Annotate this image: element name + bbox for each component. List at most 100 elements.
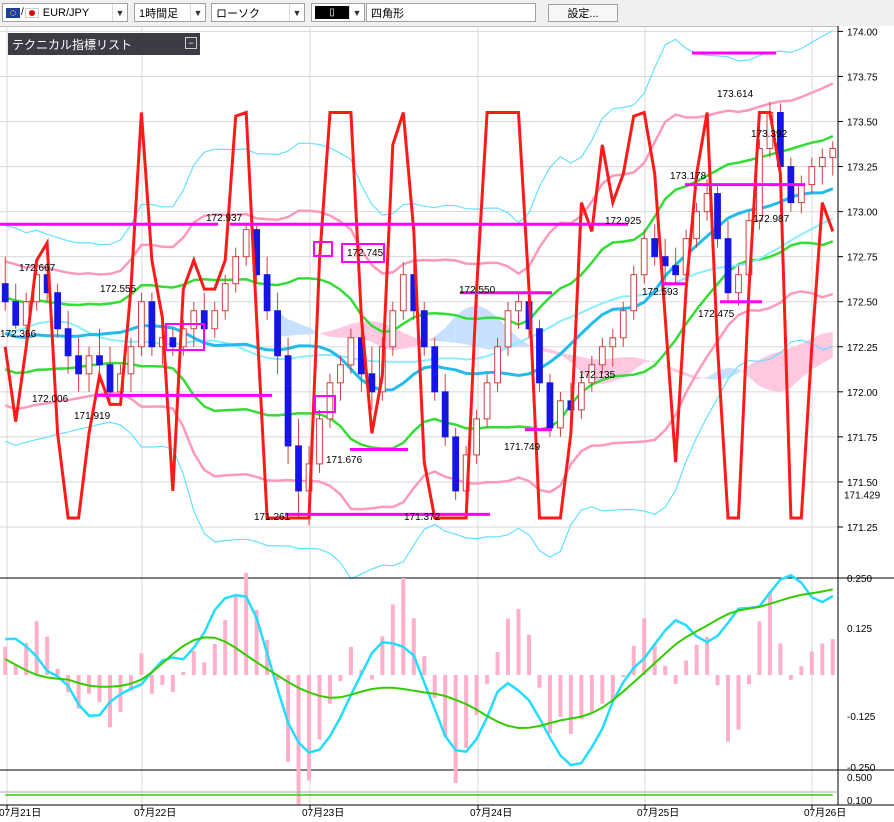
price-annotation-label: 171.919 bbox=[74, 411, 111, 422]
candle-body bbox=[473, 418, 480, 456]
candle-body bbox=[211, 310, 219, 330]
price-annotation-label: 172.475 bbox=[698, 309, 735, 320]
macd-histogram-bar bbox=[788, 675, 793, 680]
chart-toolbar: / EUR/JPY ▼ 1時間足 ▼ ローソク ▼ ▯ ▼ 四角形 設定... bbox=[0, 0, 894, 27]
macd-histogram-bar bbox=[464, 675, 469, 748]
macd-histogram-bar bbox=[443, 675, 448, 737]
candle-body bbox=[190, 310, 198, 330]
price-annotation-label: 172.937 bbox=[206, 213, 243, 224]
draw-tool-select[interactable]: ▯ ▼ bbox=[311, 3, 365, 22]
macd-histogram-bar bbox=[327, 675, 332, 704]
sub-axis-label: 0.500 bbox=[847, 773, 872, 784]
candle-body bbox=[504, 310, 512, 348]
drawn-rectangle bbox=[313, 241, 333, 257]
timeframe-select[interactable]: 1時間足 ▼ bbox=[134, 3, 206, 22]
macd-histogram-bar bbox=[663, 665, 668, 675]
candle-body bbox=[347, 337, 355, 366]
macd-histogram-bar bbox=[191, 650, 196, 675]
candle-body bbox=[724, 238, 732, 294]
macd-histogram-bar bbox=[778, 643, 783, 675]
candle-body bbox=[368, 373, 376, 393]
timeframe-label: 1時間足 bbox=[139, 7, 179, 20]
candle-body bbox=[598, 346, 606, 366]
candle-body bbox=[640, 238, 648, 276]
macd-histogram-bar bbox=[317, 675, 322, 740]
price-annotation-label: 171.261 bbox=[254, 512, 291, 523]
candle-body bbox=[452, 436, 460, 492]
chevron-down-icon: ▼ bbox=[349, 4, 364, 21]
candle-body bbox=[1, 283, 9, 303]
symbol-label: EUR/JPY bbox=[42, 6, 90, 19]
candle-body bbox=[536, 328, 543, 384]
macd-axis-label: 0.250 bbox=[847, 574, 872, 585]
candle-body bbox=[808, 166, 816, 186]
candle-body bbox=[64, 328, 72, 357]
macd-histogram-bar bbox=[526, 634, 531, 675]
macd-histogram-bar bbox=[684, 660, 689, 675]
jp-flag-icon bbox=[24, 7, 39, 18]
macd-histogram-bar bbox=[485, 675, 490, 685]
candle-body bbox=[714, 193, 721, 240]
indicator-list-panel[interactable]: テクニカル指標リスト − bbox=[8, 33, 200, 55]
macd-histogram-bar bbox=[516, 609, 521, 675]
macd-histogram-bar bbox=[820, 643, 825, 675]
price-annotation-label: 172.550 bbox=[459, 285, 496, 296]
price-annotation-label: 172.135 bbox=[579, 370, 616, 381]
cloud-segment bbox=[487, 309, 498, 350]
cloud-segment bbox=[696, 376, 708, 380]
x-axis-label: 07月22日 bbox=[134, 807, 176, 819]
candle-body bbox=[169, 337, 177, 348]
collapse-icon[interactable]: − bbox=[185, 37, 197, 49]
macd-histogram-bar bbox=[809, 651, 814, 675]
candle-body bbox=[75, 355, 82, 375]
price-annotation-label: 172.667 bbox=[19, 263, 56, 274]
symbol-select[interactable]: / EUR/JPY ▼ bbox=[2, 3, 128, 22]
macd-histogram-bar bbox=[149, 675, 154, 694]
macd-histogram-bar bbox=[537, 675, 542, 688]
chart-style-select[interactable]: ローソク ▼ bbox=[211, 3, 305, 22]
candle-icon: ▯ bbox=[315, 6, 349, 19]
cloud-segment bbox=[748, 359, 760, 387]
candle-body bbox=[12, 301, 20, 326]
x-axis-label: 07月26日 bbox=[804, 807, 846, 819]
macd-histogram-bar bbox=[181, 671, 186, 675]
macd-histogram-bar bbox=[390, 604, 395, 675]
y-axis-background bbox=[838, 26, 894, 822]
macd-histogram-bar bbox=[139, 653, 144, 675]
settings-button[interactable]: 設定... bbox=[548, 4, 618, 22]
macd-histogram-bar bbox=[495, 652, 500, 675]
macd-histogram-bar bbox=[55, 668, 60, 675]
candle-body bbox=[515, 301, 522, 312]
x-axis-label: 07月23日 bbox=[302, 807, 344, 819]
y-tick-label: 173.75 bbox=[847, 72, 878, 83]
cloud-segment bbox=[434, 328, 446, 342]
candle-body bbox=[221, 283, 229, 312]
draw-tool-input[interactable]: 四角形 bbox=[366, 3, 536, 22]
y-tick-label: 171.50 bbox=[847, 478, 878, 489]
chart-area[interactable]: 172.667 172.555 172.366 172.006 171.919 172.9… bbox=[0, 26, 894, 822]
macd-histogram-bar bbox=[568, 675, 573, 735]
price-annotation-label: 171.676 bbox=[326, 455, 363, 466]
candle-body bbox=[829, 148, 837, 159]
price-annotation-label: 172.925 bbox=[605, 216, 642, 227]
x-axis-label: 07月21日 bbox=[0, 807, 41, 819]
y-tick-label: 174.00 bbox=[847, 27, 878, 38]
macd-histogram-bar bbox=[547, 675, 552, 734]
price-annotation-label: 173.614 bbox=[717, 89, 754, 100]
candle-body bbox=[693, 211, 700, 240]
candle-body bbox=[494, 346, 501, 384]
macd-histogram-bar bbox=[600, 675, 605, 704]
candle-body bbox=[274, 310, 281, 357]
macd-histogram-bar bbox=[212, 643, 217, 675]
x-axis-label: 07月24日 bbox=[470, 807, 512, 819]
candle-body bbox=[619, 310, 627, 339]
y-tick-label: 171.75 bbox=[847, 433, 878, 444]
macd-axis-label: 0.125 bbox=[847, 624, 872, 635]
candle-body bbox=[557, 400, 564, 429]
macd-axis-label: -0.125 bbox=[847, 712, 876, 723]
candle-body bbox=[148, 301, 156, 348]
cloud-segment bbox=[298, 323, 310, 335]
candle-body bbox=[326, 382, 334, 420]
y-tick-label: 173.00 bbox=[847, 208, 878, 219]
indicator-list-title: テクニカル指標リスト bbox=[12, 37, 133, 52]
